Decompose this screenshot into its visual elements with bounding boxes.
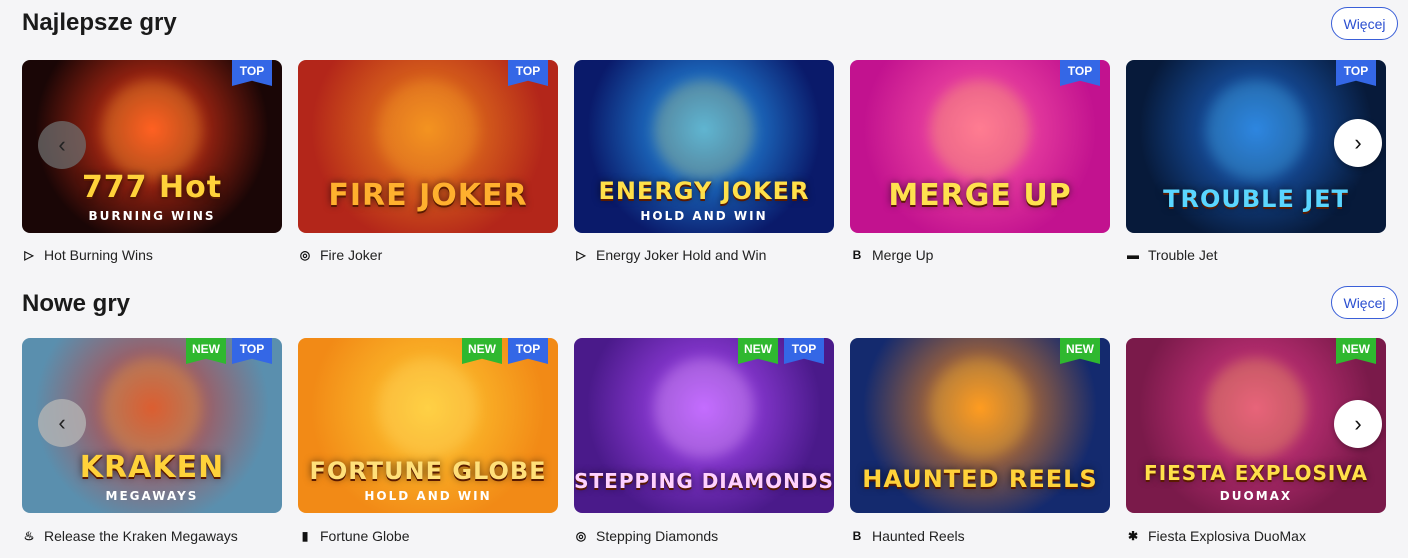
game-name: Fire Joker [320,247,383,263]
game-name: Fortune Globe [320,528,410,544]
game-card[interactable]: HAUNTED REELS NEW B Haunted Reels [850,338,1110,544]
game-caption[interactable]: ▮ Fortune Globe [298,528,410,544]
new-badge: NEW [1336,338,1376,364]
game-caption[interactable]: B Merge Up [850,247,934,263]
games-carousel: TROUBLE JET TOP ▬ Trouble Jet MERGE UP TOP B Me… [22,60,1398,270]
card-icon: ▮ [301,529,309,543]
game-card[interactable]: STEPPING DIAMONDS NEW TOP ◎ Stepping Diamond… [574,338,834,544]
game-thumbnail[interactable]: HAUNTED REELS NEW [850,338,1110,513]
artwork-glow [654,358,754,458]
game-card[interactable]: ENERGY JOKER HOLD AND WIN ▷ Energy Joker Ho… [574,60,834,263]
game-name: Release the Kraken Megaways [44,528,238,544]
artwork-glow [1206,80,1306,180]
game-art-subtitle: MEGAWAYS [105,489,199,503]
dash-icon: ▬ [1127,248,1139,262]
game-caption[interactable]: ◎ Fire Joker [298,247,382,263]
artwork-glow [654,80,754,180]
new-badge: NEW [186,338,226,364]
games-carousel: FIESTA EXPLOSIVA DUOMAX NEW ✱ Fiesta Explosi… [22,338,1398,558]
section-title: Najlepsze gry [22,9,177,36]
carousel-next-button[interactable]: › [1334,119,1382,167]
game-art-subtitle: BURNING WINS [88,209,216,223]
game-name: Merge Up [872,247,934,263]
new-badge: NEW [738,338,778,364]
game-art-title: FIRE JOKER [328,178,528,213]
game-art-title: HAUNTED REELS [862,465,1098,493]
game-name: Trouble Jet [1148,247,1218,263]
game-art-title: TROUBLE JET [1163,185,1349,213]
top-badge: TOP [508,338,548,364]
b-square-icon: B [852,529,862,543]
game-art-title: ENERGY JOKER [598,177,810,205]
game-thumbnail[interactable]: FORTUNE GLOBE HOLD AND WIN NEW TOP [298,338,558,513]
game-caption[interactable]: B Haunted Reels [850,528,965,544]
carousel-prev-button[interactable]: ‹ [38,121,86,169]
play-triangle-icon: ▷ [24,248,34,262]
game-card[interactable]: MERGE UP TOP B Merge Up [850,60,1110,263]
game-caption[interactable]: ▬ Trouble Jet [1126,247,1218,263]
game-name: Hot Burning Wins [44,247,153,263]
artwork-glow [930,358,1030,458]
section-title: Nowe gry [22,290,131,317]
chevron-left-icon: ‹ [58,410,66,435]
artwork-glow [102,358,202,458]
game-art-title: MERGE UP [888,178,1072,213]
new-badge: NEW [462,338,502,364]
game-art-subtitle: HOLD AND WIN [364,489,492,503]
play-n-go-icon: ◎ [299,248,311,262]
game-name: Haunted Reels [872,528,965,544]
game-card[interactable]: FIRE JOKER TOP ◎ Fire Joker [298,60,558,263]
artwork-glow [1206,358,1306,458]
game-art-title: KRAKEN [79,450,225,485]
artwork-glow [102,80,202,180]
game-art-title: STEPPING DIAMONDS [574,469,834,493]
game-name: Fiesta Explosiva DuoMax [1148,528,1306,544]
top-badge: TOP [784,338,824,364]
game-art-title: FORTUNE GLOBE [309,457,547,485]
chevron-left-icon: ‹ [58,132,66,157]
carousel-next-button[interactable]: › [1334,400,1382,448]
play-triangle-icon: ▷ [576,248,586,262]
game-thumbnail[interactable]: STEPPING DIAMONDS NEW TOP [574,338,834,513]
carousel-prev-button[interactable]: ‹ [38,399,86,447]
top-badge: TOP [1336,60,1376,86]
top-badge: TOP [232,338,272,364]
game-caption[interactable]: ✱ Fiesta Explosiva DuoMax [1126,528,1306,544]
game-name: Energy Joker Hold and Win [596,247,767,263]
tree-icon: ✱ [1127,529,1139,543]
game-art-subtitle: HOLD AND WIN [640,209,768,223]
more-button[interactable]: Więcej [1331,286,1398,319]
top-badge: TOP [508,60,548,86]
game-card[interactable]: FORTUNE GLOBE HOLD AND WIN NEW TOP ▮ Fortune … [298,338,558,544]
play-n-go-icon: ◎ [575,529,587,543]
game-caption[interactable]: ◎ Stepping Diamonds [574,528,718,544]
game-thumbnail[interactable]: ENERGY JOKER HOLD AND WIN [574,60,834,233]
artwork-glow [930,80,1030,180]
b-square-icon: B [852,248,862,262]
game-art-subtitle: DUOMAX [1219,489,1293,503]
more-button[interactable]: Więcej [1331,7,1398,40]
artwork-glow [378,358,478,458]
new-badge: NEW [1060,338,1100,364]
game-caption[interactable]: ▷ Energy Joker Hold and Win [574,247,766,263]
game-thumbnail[interactable]: FIRE JOKER TOP [298,60,558,233]
game-art-title: 777 Hot [81,170,223,205]
chevron-right-icon: › [1354,411,1362,436]
game-caption[interactable]: ♨ Release the Kraken Megaways [22,528,238,544]
chevron-right-icon: › [1354,130,1362,155]
game-caption[interactable]: ▷ Hot Burning Wins [22,247,153,263]
top-badge: TOP [232,60,272,86]
artwork-glow [378,80,478,180]
pragmatic-icon: ♨ [23,529,35,543]
game-art-title: FIESTA EXPLOSIVA [1144,461,1368,485]
game-thumbnail[interactable]: MERGE UP TOP [850,60,1110,233]
top-badge: TOP [1060,60,1100,86]
game-name: Stepping Diamonds [596,528,719,544]
